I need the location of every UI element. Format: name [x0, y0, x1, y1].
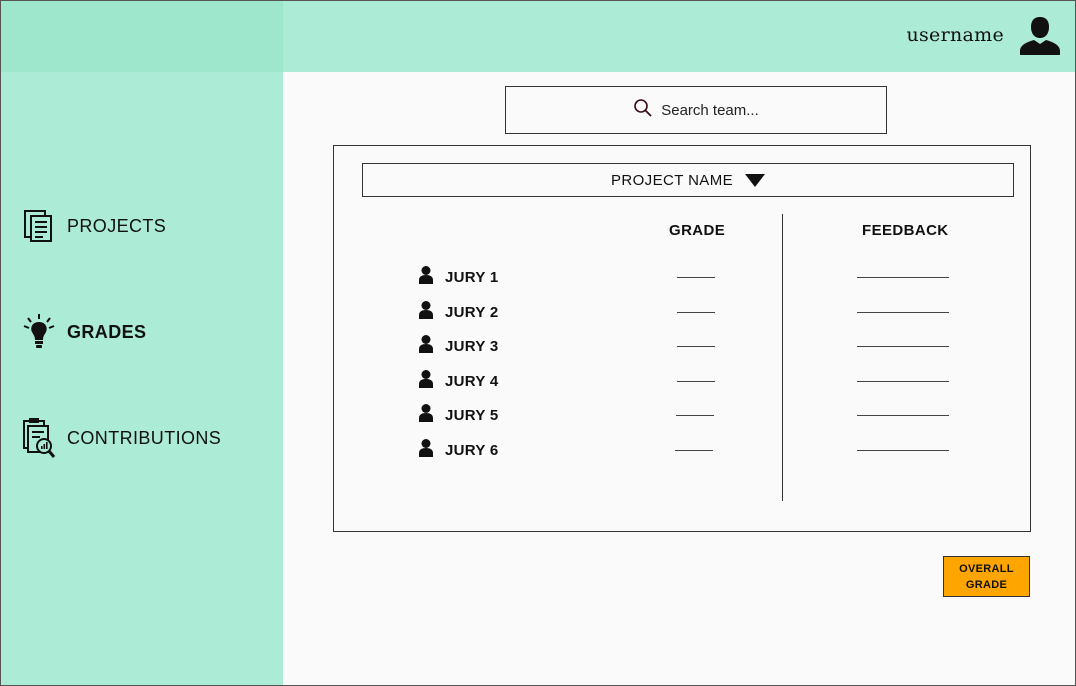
sidebar-item-label: PROJECTS — [67, 215, 167, 236]
overall-grade-button[interactable]: OVERALL GRADE — [943, 556, 1030, 597]
jury-row: JURY 3 — [418, 334, 499, 358]
sidebar-item-label: CONTRIBUTIONS — [67, 427, 222, 448]
jury-label: JURY 5 — [445, 406, 499, 424]
project-name-label: PROJECT NAME — [610, 171, 734, 189]
grade-blank[interactable] — [675, 450, 713, 451]
top-header: username — [283, 0, 1076, 72]
jury-row: JURY 1 — [418, 265, 499, 289]
search-placeholder: Search team... — [661, 101, 759, 119]
lightbulb-icon — [22, 313, 56, 351]
jury-row: JURY 5 — [418, 403, 499, 427]
jury-label: JURY 1 — [445, 268, 499, 286]
jury-person-icon — [418, 369, 434, 394]
jury-person-icon — [418, 265, 434, 290]
feedback-blank[interactable] — [857, 450, 949, 451]
sidebar-item-label: GRADES — [67, 321, 147, 342]
grade-blank[interactable] — [677, 312, 715, 313]
grade-blank[interactable] — [677, 277, 715, 278]
feedback-blank[interactable] — [857, 312, 949, 313]
jury-label: JURY 2 — [445, 303, 499, 321]
sidebar-item-contributions[interactable]: CONTRIBUTIONS — [22, 418, 222, 458]
grade-blank[interactable] — [677, 381, 715, 382]
jury-person-icon — [418, 300, 434, 325]
feedback-blank[interactable] — [857, 277, 949, 278]
feedback-column-header: FEEDBACK — [862, 222, 949, 239]
documents-icon — [22, 207, 56, 245]
feedback-blank[interactable] — [857, 381, 949, 382]
search-team-input[interactable]: Search team... — [505, 86, 887, 134]
grade-column-header: GRADE — [669, 222, 726, 239]
jury-row: JURY 6 — [418, 438, 499, 462]
feedback-blank[interactable] — [857, 415, 949, 416]
search-icon — [633, 98, 653, 123]
caret-down-icon — [745, 173, 766, 187]
jury-label: JURY 6 — [445, 441, 499, 459]
sidebar: PROJECTS GRADES CONTRIBUTIONS — [0, 0, 283, 686]
username-label[interactable]: username — [906, 24, 1004, 46]
column-divider — [782, 214, 783, 501]
sidebar-logo-area — [0, 0, 283, 72]
sidebar-item-projects[interactable]: PROJECTS — [22, 207, 166, 245]
jury-row: JURY 4 — [418, 369, 499, 393]
feedback-blank[interactable] — [857, 346, 949, 347]
jury-person-icon — [418, 438, 434, 463]
grade-blank[interactable] — [677, 346, 715, 347]
grade-blank[interactable] — [676, 415, 714, 416]
jury-person-icon — [418, 334, 434, 359]
jury-person-icon — [418, 403, 434, 428]
jury-label: JURY 3 — [445, 337, 499, 355]
user-avatar-icon[interactable] — [1018, 15, 1062, 57]
jury-row: JURY 2 — [418, 300, 499, 324]
clipboard-search-icon — [22, 418, 56, 458]
grades-panel: PROJECT NAME GRADE FEEDBACK JURY 1 JURY 2… — [333, 145, 1031, 532]
project-name-dropdown[interactable]: PROJECT NAME — [362, 163, 1014, 197]
sidebar-item-grades[interactable]: GRADES — [22, 313, 146, 351]
jury-label: JURY 4 — [445, 372, 499, 390]
